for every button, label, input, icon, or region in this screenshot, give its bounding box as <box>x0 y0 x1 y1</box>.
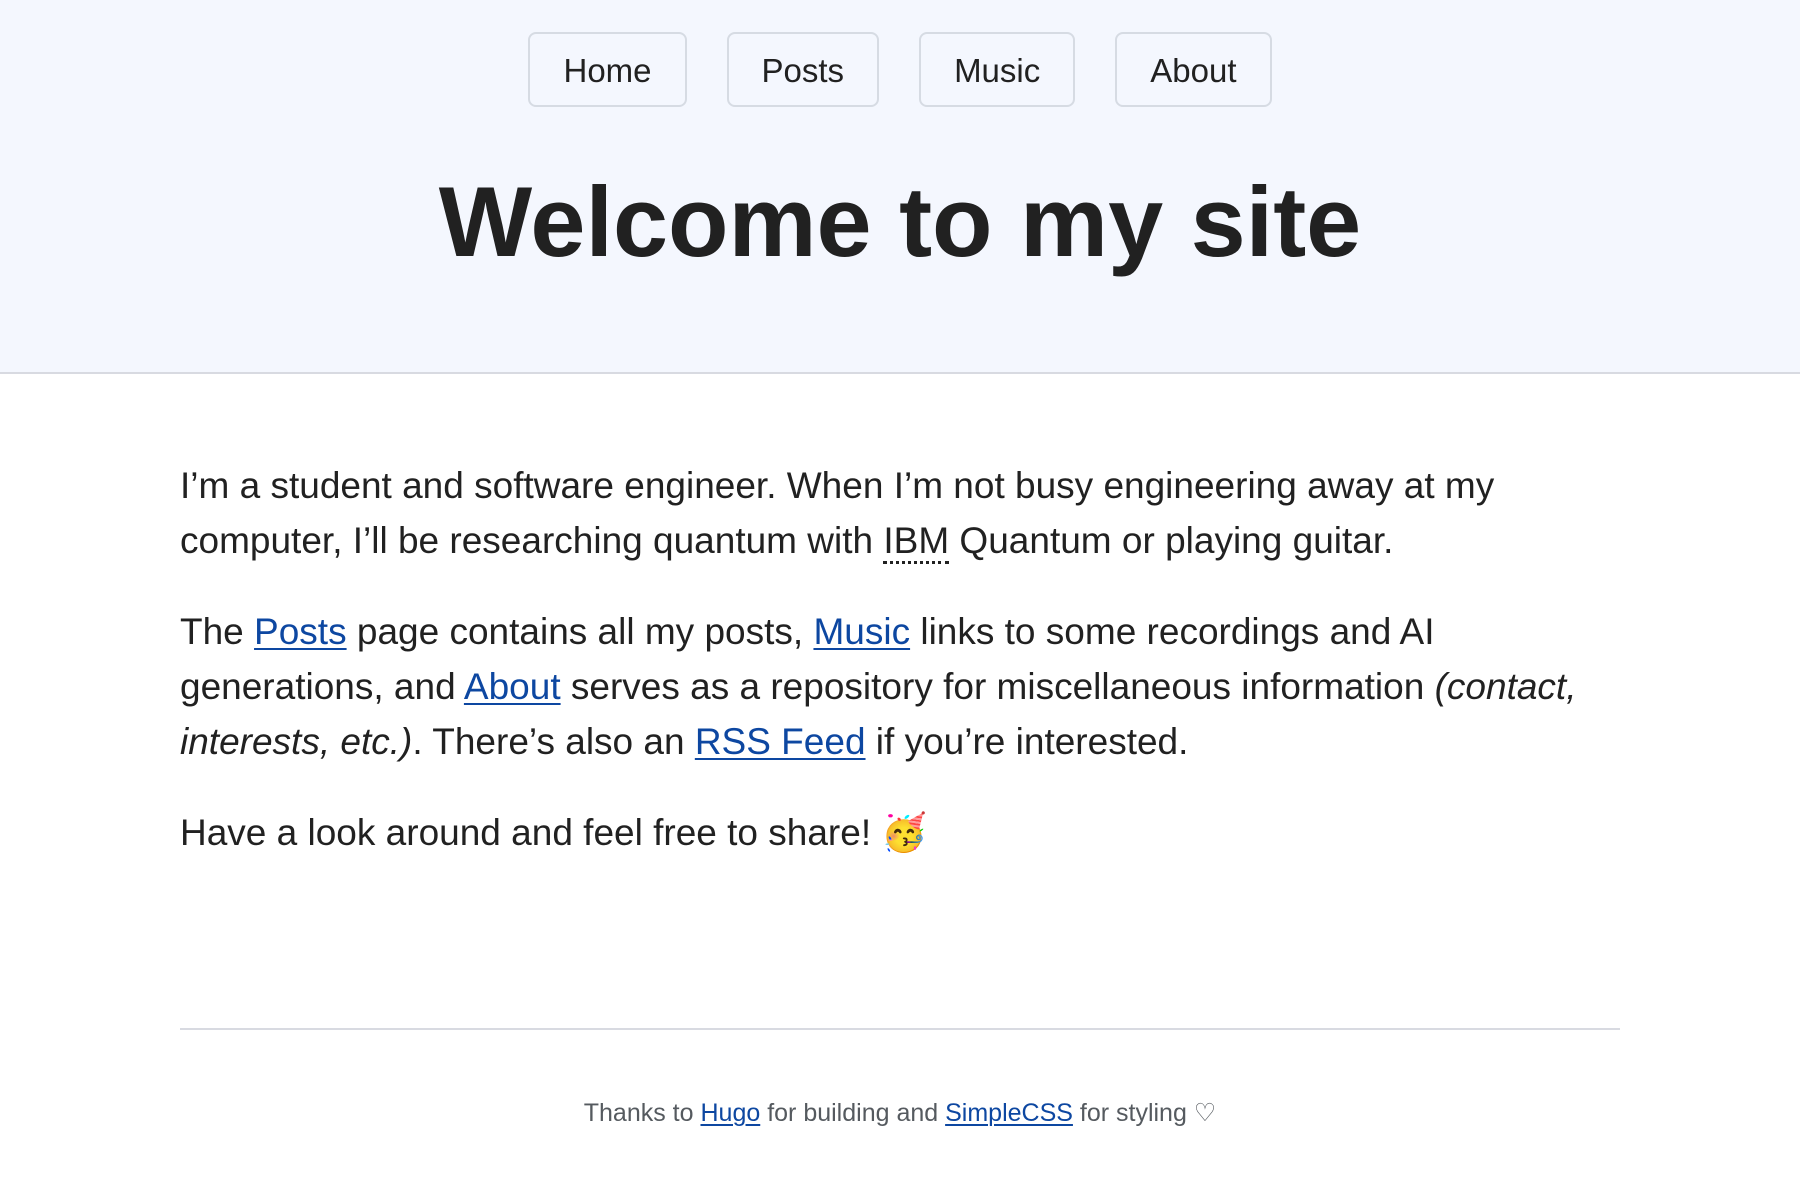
nav-para-text-4: serves as a repository for miscellaneous… <box>560 666 1435 707</box>
navigation-paragraph: The Posts page contains all my posts, Mu… <box>180 604 1620 769</box>
nav-about-link[interactable]: About <box>1115 32 1272 107</box>
main-nav: Home Posts Music About <box>0 32 1800 107</box>
share-text: Have a look around and feel free to shar… <box>180 812 882 853</box>
simplecss-link[interactable]: SimpleCSS <box>945 1099 1073 1127</box>
rss-feed-link[interactable]: RSS Feed <box>695 721 866 762</box>
share-paragraph: Have a look around and feel free to shar… <box>180 805 1620 860</box>
nav-home-link[interactable]: Home <box>528 32 687 107</box>
posts-inline-link[interactable]: Posts <box>254 611 347 652</box>
music-inline-link[interactable]: Music <box>813 611 910 652</box>
page-title: Welcome to my site <box>438 166 1362 277</box>
footer-text-2: for building and <box>760 1099 946 1127</box>
intro-text-end: Quantum or playing guitar. <box>949 520 1394 561</box>
party-face-icon: 🥳 <box>881 811 928 854</box>
nav-para-text-5: . There’s also an <box>412 721 695 762</box>
site-header: Home Posts Music About Welcome to my sit… <box>0 0 1800 374</box>
intro-paragraph: I’m a student and software engineer. Whe… <box>180 458 1620 568</box>
nav-posts-link[interactable]: Posts <box>726 32 880 107</box>
footer-text-1: Thanks to <box>583 1099 701 1127</box>
footer-divider <box>180 1028 1620 1030</box>
nav-para-text-1: The <box>180 611 255 652</box>
footer-text-3: for styling ♡ <box>1072 1099 1217 1127</box>
about-inline-link[interactable]: About <box>464 666 561 707</box>
nav-para-text-6: if you’re interested. <box>865 721 1189 762</box>
main-content: I’m a student and software engineer. Whe… <box>180 458 1620 896</box>
site-footer: Thanks to Hugo for building and SimpleCS… <box>0 1098 1800 1128</box>
nav-music-link[interactable]: Music <box>919 32 1076 107</box>
hugo-link[interactable]: Hugo <box>700 1099 760 1127</box>
ibm-abbreviation: IBM <box>883 520 950 564</box>
nav-para-text-2: page contains all my posts, <box>346 611 814 652</box>
